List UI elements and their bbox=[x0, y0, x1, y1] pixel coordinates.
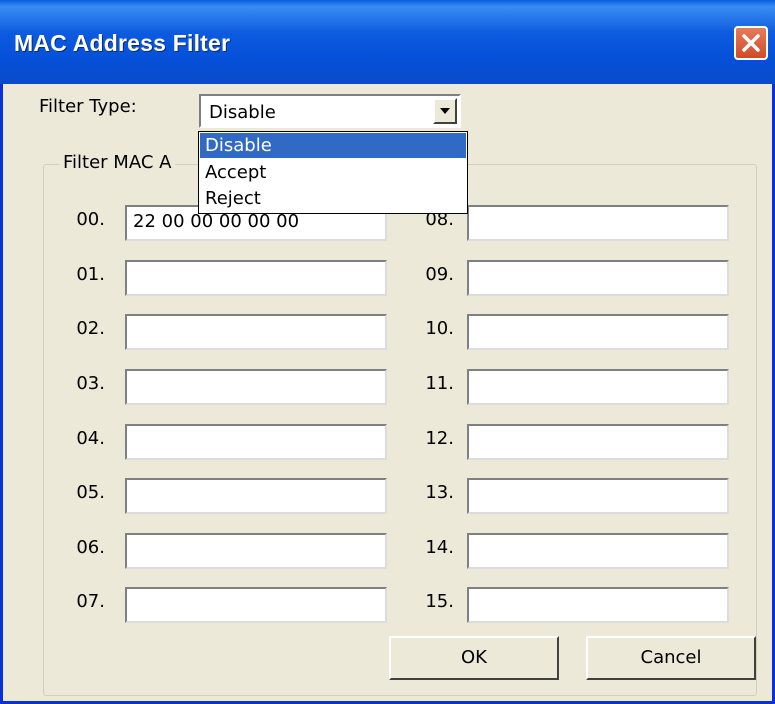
mac-address-input[interactable] bbox=[125, 533, 387, 569]
mac-address-input[interactable] bbox=[467, 533, 729, 569]
row-label: 14. bbox=[425, 537, 454, 558]
row-label: 00. bbox=[76, 209, 105, 230]
mac-address-input[interactable] bbox=[467, 314, 729, 350]
mac-address-input[interactable] bbox=[125, 260, 387, 296]
mac-address-input[interactable] bbox=[467, 587, 729, 623]
row-label: 04. bbox=[76, 428, 105, 449]
mac-address-input[interactable] bbox=[467, 260, 729, 296]
mac-address-input[interactable] bbox=[467, 424, 729, 460]
mac-address-input[interactable] bbox=[125, 478, 387, 514]
row-label: 12. bbox=[425, 428, 454, 449]
row-label: 09. bbox=[425, 264, 454, 285]
title-bar[interactable]: MAC Address Filter bbox=[0, 0, 775, 84]
row-label: 13. bbox=[425, 482, 454, 503]
row-label: 02. bbox=[76, 318, 105, 339]
row-label: 06. bbox=[76, 537, 105, 558]
mac-address-input[interactable] bbox=[467, 478, 729, 514]
dropdown-option-disable[interactable]: Disable bbox=[200, 133, 466, 158]
mac-address-filter-dialog: MAC Address Filter Filter Type: Disable … bbox=[0, 0, 775, 704]
dropdown-option-accept[interactable]: Accept bbox=[200, 160, 466, 185]
mac-address-input[interactable] bbox=[467, 205, 729, 241]
group-legend: Filter MAC A bbox=[59, 152, 176, 173]
filter-type-select[interactable]: Disable bbox=[199, 94, 461, 128]
row-label: 07. bbox=[76, 591, 105, 612]
filter-type-dropdown-button[interactable] bbox=[433, 98, 457, 124]
ok-button[interactable]: OK bbox=[389, 636, 559, 680]
row-label: 01. bbox=[76, 264, 105, 285]
row-label: 11. bbox=[425, 373, 454, 394]
filter-type-label: Filter Type: bbox=[39, 96, 137, 117]
close-button[interactable] bbox=[734, 26, 768, 60]
mac-address-input[interactable] bbox=[125, 424, 387, 460]
mac-address-input[interactable] bbox=[125, 314, 387, 350]
cancel-button[interactable]: Cancel bbox=[586, 636, 756, 680]
mac-address-input[interactable] bbox=[467, 369, 729, 405]
dropdown-option-reject[interactable]: Reject bbox=[200, 186, 466, 211]
mac-address-input[interactable] bbox=[125, 369, 387, 405]
window-title: MAC Address Filter bbox=[14, 30, 231, 56]
filter-type-value: Disable bbox=[209, 102, 276, 123]
row-label: 15. bbox=[425, 591, 454, 612]
row-label: 05. bbox=[76, 482, 105, 503]
row-label: 03. bbox=[76, 373, 105, 394]
mac-address-input[interactable] bbox=[125, 587, 387, 623]
row-label: 10. bbox=[425, 318, 454, 339]
filter-type-dropdown-list: Disable Accept Reject bbox=[198, 131, 468, 214]
